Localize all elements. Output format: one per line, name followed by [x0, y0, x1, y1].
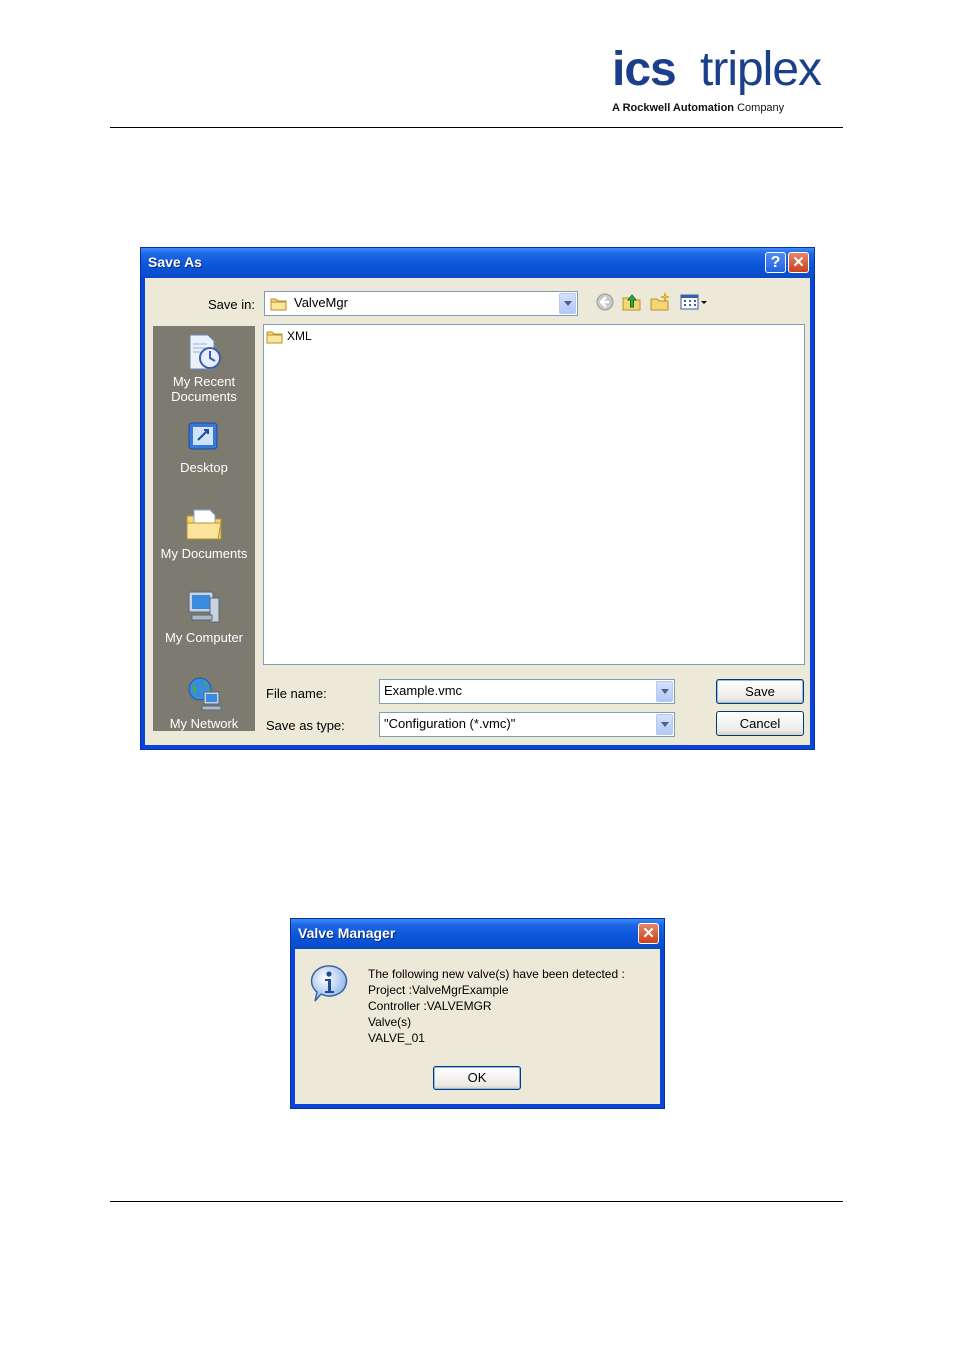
message-line: Valve(s)	[368, 1015, 412, 1029]
save-as-type-combo[interactable]: "Configuration (*.vmc)"	[379, 712, 675, 737]
save-in-value: ValveMgr	[294, 295, 348, 310]
save-as-type-value: "Configuration (*.vmc)"	[384, 716, 516, 731]
save-button[interactable]: Save	[716, 679, 804, 704]
place-label: My Network	[169, 716, 239, 731]
logo-triplex-text: triplex	[700, 43, 822, 96]
file-list[interactable]: XML	[263, 324, 805, 665]
file-name-dropdown-arrow[interactable]	[656, 681, 673, 702]
message-line: Controller :VALVEMGR	[368, 999, 492, 1013]
footer-rule	[110, 1201, 843, 1202]
new-folder-icon[interactable]	[649, 292, 671, 312]
save-as-type-label: Save as type:	[266, 718, 345, 733]
recent-documents-icon	[189, 334, 221, 370]
save-as-body: Save in: ValveMgr My Recent Documents De…	[145, 278, 810, 745]
save-in-dropdown-arrow[interactable]	[559, 293, 576, 314]
save-as-type-dropdown-arrow[interactable]	[656, 714, 673, 735]
logo-tagline: A Rockwell Automation Company	[612, 102, 844, 114]
information-icon	[310, 965, 348, 1002]
place-my-network[interactable]: My Network	[153, 674, 255, 731]
save-in-label: Save in:	[208, 297, 255, 312]
close-button[interactable]: ✕	[638, 923, 659, 944]
valve-manager-titlebar[interactable]: Valve Manager ✕	[291, 919, 664, 949]
ics-triplex-logo: ics triplex A Rockwell Automation Compan…	[612, 40, 844, 120]
logo-ics-text: ics	[612, 43, 677, 96]
place-label: Desktop	[180, 460, 228, 475]
place-my-recent-documents[interactable]: My Recent Documents	[153, 332, 255, 404]
place-label: My Documents	[160, 546, 248, 561]
up-folder-icon[interactable]	[621, 292, 643, 312]
my-documents-icon	[186, 509, 222, 540]
place-my-computer[interactable]: My Computer	[153, 588, 255, 645]
desktop-icon	[188, 422, 218, 450]
save-in-combo[interactable]: ValveMgr	[264, 291, 578, 316]
header-rule	[110, 127, 843, 128]
place-label: My Computer	[164, 630, 244, 645]
valve-manager-title: Valve Manager	[298, 925, 396, 941]
close-button[interactable]: ✕	[788, 252, 809, 273]
valve-manager-dialog: Valve Manager ✕ The following new valve(…	[290, 918, 665, 1109]
file-name-label: File name:	[266, 686, 327, 701]
message-text: The following new valve(s) have been det…	[368, 966, 625, 1046]
folder-icon	[270, 298, 287, 311]
help-button[interactable]: ?	[765, 252, 786, 273]
folder-icon	[266, 331, 283, 344]
save-as-titlebar[interactable]: Save As ? ✕	[141, 248, 814, 278]
message-line: Project :ValveMgrExample	[368, 983, 509, 997]
place-my-documents[interactable]: My Documents	[153, 504, 255, 561]
place-label: My Recent Documents	[171, 374, 237, 404]
back-icon[interactable]	[595, 292, 615, 312]
places-bar: My Recent Documents Desktop My Documents	[153, 326, 255, 731]
file-name-field[interactable]: Example.vmc	[379, 679, 675, 704]
save-as-title: Save As	[148, 254, 202, 270]
valve-manager-body: The following new valve(s) have been det…	[295, 949, 660, 1104]
my-computer-icon	[188, 591, 220, 623]
logo-tagline-rest: Company	[737, 102, 785, 114]
file-item-name: XML	[287, 329, 312, 343]
my-network-icon	[188, 677, 222, 711]
save-as-dialog: Save As ? ✕ Save in: ValveMgr My Recent …	[140, 247, 815, 750]
message-line: The following new valve(s) have been det…	[368, 967, 625, 981]
cancel-button[interactable]: Cancel	[716, 711, 804, 736]
toolbar	[595, 292, 715, 314]
message-line: VALVE_01	[368, 1031, 425, 1045]
ok-button[interactable]: OK	[433, 1066, 521, 1090]
logo-tagline-bold: A Rockwell Automation	[612, 102, 735, 114]
views-menu-icon[interactable]	[679, 292, 709, 312]
file-name-value: Example.vmc	[384, 683, 463, 698]
place-desktop[interactable]: Desktop	[153, 418, 255, 475]
